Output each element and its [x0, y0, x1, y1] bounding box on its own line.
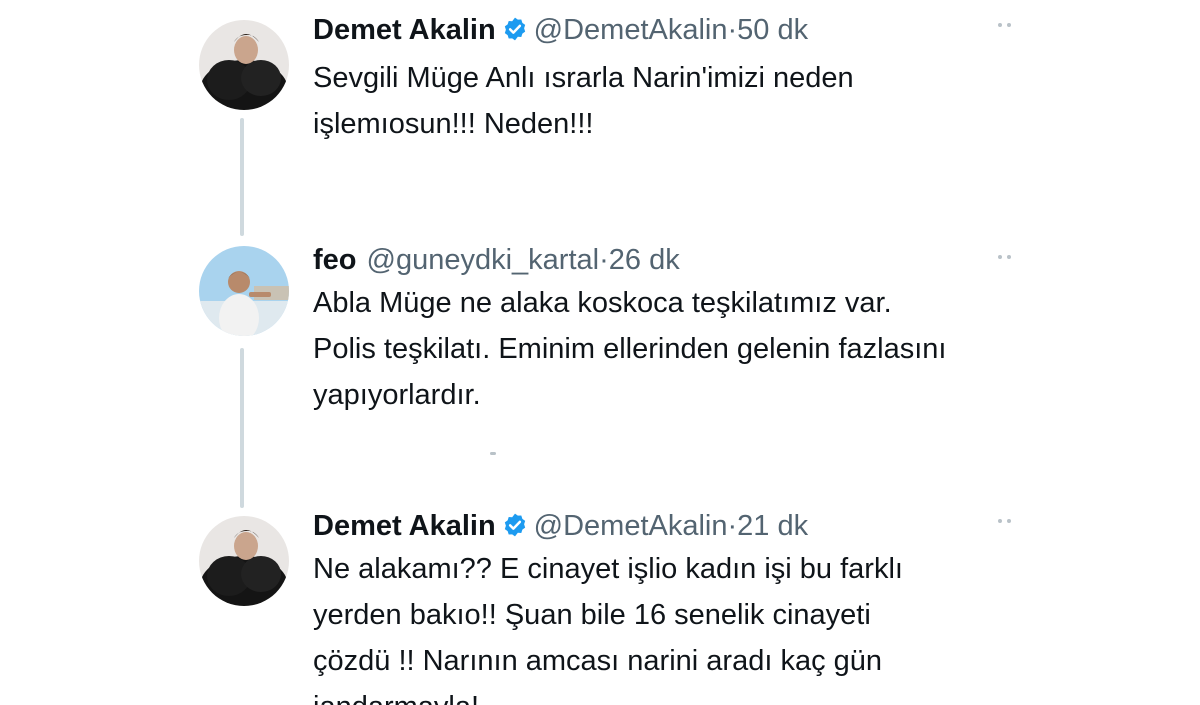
- separator-dot: ·: [727, 14, 738, 46]
- tweet[interactable]: Demet Akalin @DemetAkalin·21 dk Ne alaka…: [190, 496, 1040, 705]
- more-dots-icon[interactable]: [998, 252, 1020, 262]
- tweet-text-line: Polis teşkilatı. Eminim ellerinden gelen…: [313, 333, 947, 365]
- author-handle[interactable]: @guneydki_kartal: [367, 244, 600, 276]
- screenshot-page: Demet Akalin @DemetAkalin·50 dk Sevgili …: [0, 0, 1200, 705]
- avatar[interactable]: [199, 516, 289, 606]
- tweet[interactable]: Demet Akalin @DemetAkalin·50 dk Sevgili …: [190, 0, 1040, 230]
- timestamp[interactable]: 21 dk: [737, 510, 808, 542]
- tweet-text-line: Sevgili Müge Anlı ısrarla Narin'imizi ne…: [313, 62, 854, 94]
- tweet-text-line: jandarmayla!: [313, 684, 1033, 705]
- tweet[interactable]: feo @guneydki_kartal·26 dk Abla Müge ne a…: [190, 232, 1040, 472]
- tweet-text-line: Abla Müge ne alaka koskoca teşkilatımız …: [313, 287, 892, 319]
- separator-dot: ·: [599, 244, 609, 276]
- tweet-header: Demet Akalin @DemetAkalin·21 dk: [313, 508, 808, 547]
- avatar[interactable]: [199, 20, 289, 110]
- divider-mark: [490, 452, 496, 455]
- avatar-demet-image: [199, 516, 289, 606]
- tweet-header: feo @guneydki_kartal·26 dk: [313, 242, 680, 278]
- separator-dot: ·: [727, 510, 738, 542]
- author-name[interactable]: Demet Akalin: [313, 14, 496, 46]
- tweet-text-line: yapıyorlardır.: [313, 379, 481, 411]
- tweet-header: Demet Akalin @DemetAkalin·50 dk: [313, 12, 808, 51]
- more-dots-icon[interactable]: [998, 20, 1020, 30]
- tweet-text-line: işlemıosun!!! Neden!!!: [313, 108, 594, 140]
- avatar-feo-image: [199, 246, 289, 336]
- author-handle[interactable]: @DemetAkalin: [534, 510, 728, 542]
- tweet-text: Abla Müge ne alaka koskoca teşkilatımız …: [313, 280, 1033, 418]
- tweet-text: Sevgili Müge Anlı ısrarla Narin'imizi ne…: [313, 55, 1033, 147]
- avatar[interactable]: [199, 246, 289, 336]
- timestamp[interactable]: 26 dk: [609, 244, 680, 276]
- author-name[interactable]: feo: [313, 244, 357, 276]
- avatar-demet-image: [199, 20, 289, 110]
- tweet-text: Ne alakamı?? E cinayet işlio kadın işi b…: [313, 546, 1033, 705]
- tweet-text-line: çözdü !! Narının amcası narini aradı kaç…: [313, 645, 883, 677]
- more-dots-icon[interactable]: [998, 516, 1020, 526]
- author-handle[interactable]: @DemetAkalin: [534, 14, 728, 46]
- verified-badge-icon: [502, 511, 528, 547]
- tweet-text-line: Ne alakamı?? E cinayet işlio kadın işi b…: [313, 553, 903, 585]
- timestamp[interactable]: 50 dk: [737, 14, 808, 46]
- verified-badge-icon: [502, 15, 528, 51]
- author-name[interactable]: Demet Akalin: [313, 510, 496, 542]
- tweet-text-line: yerden bakıo!! Şuan bile 16 senelik cina…: [313, 599, 871, 631]
